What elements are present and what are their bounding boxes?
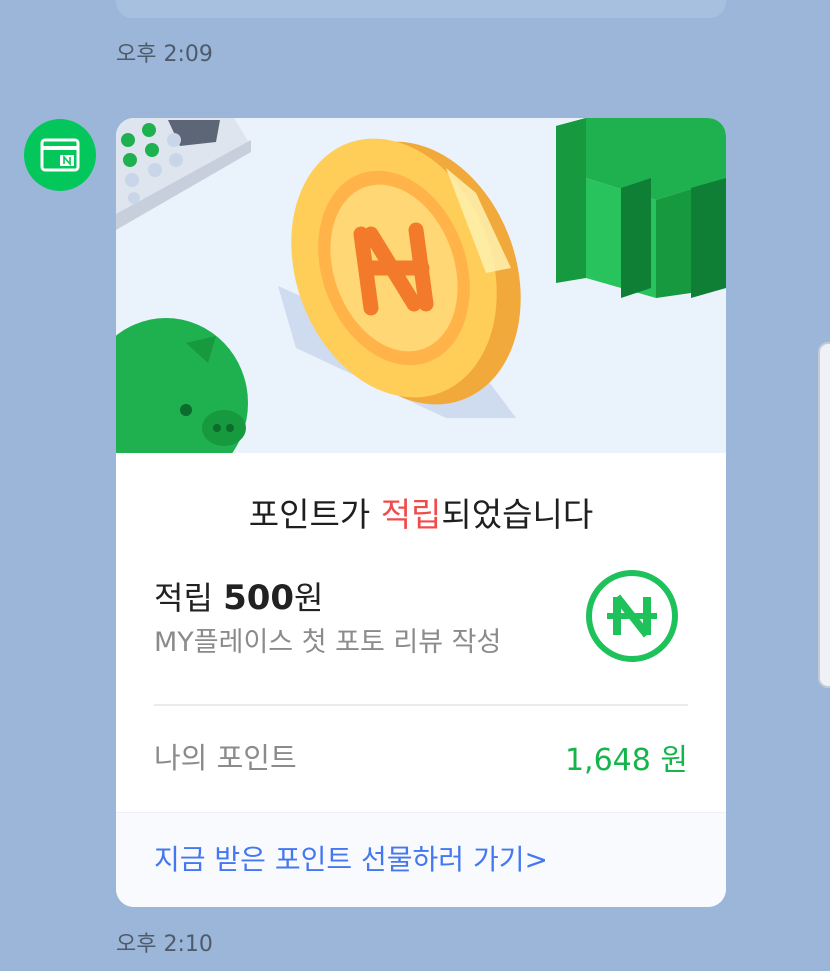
point-notification-card[interactable]: 포인트가 적립되었습니다 적립 500원 MY플레이스 첫 포토 리뷰 작성 나… bbox=[116, 118, 726, 907]
hero-illustration bbox=[116, 118, 726, 453]
naver-pay-card-icon bbox=[40, 138, 80, 172]
n-block-illustration bbox=[556, 118, 726, 298]
gift-link-area[interactable]: 지금 받은 포인트 선물하러 가기> bbox=[116, 812, 726, 907]
side-panel-handle[interactable] bbox=[818, 342, 830, 688]
earned-points-value: 500 bbox=[223, 578, 295, 618]
my-points-label: 나의 포인트 bbox=[154, 741, 297, 775]
highlight-word: 적립 bbox=[380, 495, 442, 534]
message-timestamp: 오후 2:09 bbox=[116, 42, 213, 67]
sender-avatar[interactable] bbox=[24, 119, 96, 191]
earned-amount: 적립 500원 bbox=[154, 578, 324, 618]
notification-title: 포인트가 적립되었습니다 bbox=[248, 495, 594, 534]
divider bbox=[154, 704, 688, 706]
earn-reason: MY플레이스 첫 포토 리뷰 작성 bbox=[154, 627, 502, 658]
my-points-value: 1,648 원 bbox=[564, 743, 688, 778]
message-timestamp: 오후 2:10 bbox=[116, 932, 213, 957]
previous-message-bubble[interactable] bbox=[116, 0, 726, 18]
naver-pay-coin-icon bbox=[586, 570, 678, 662]
gift-points-link[interactable]: 지금 받은 포인트 선물하러 가기> bbox=[154, 838, 548, 878]
